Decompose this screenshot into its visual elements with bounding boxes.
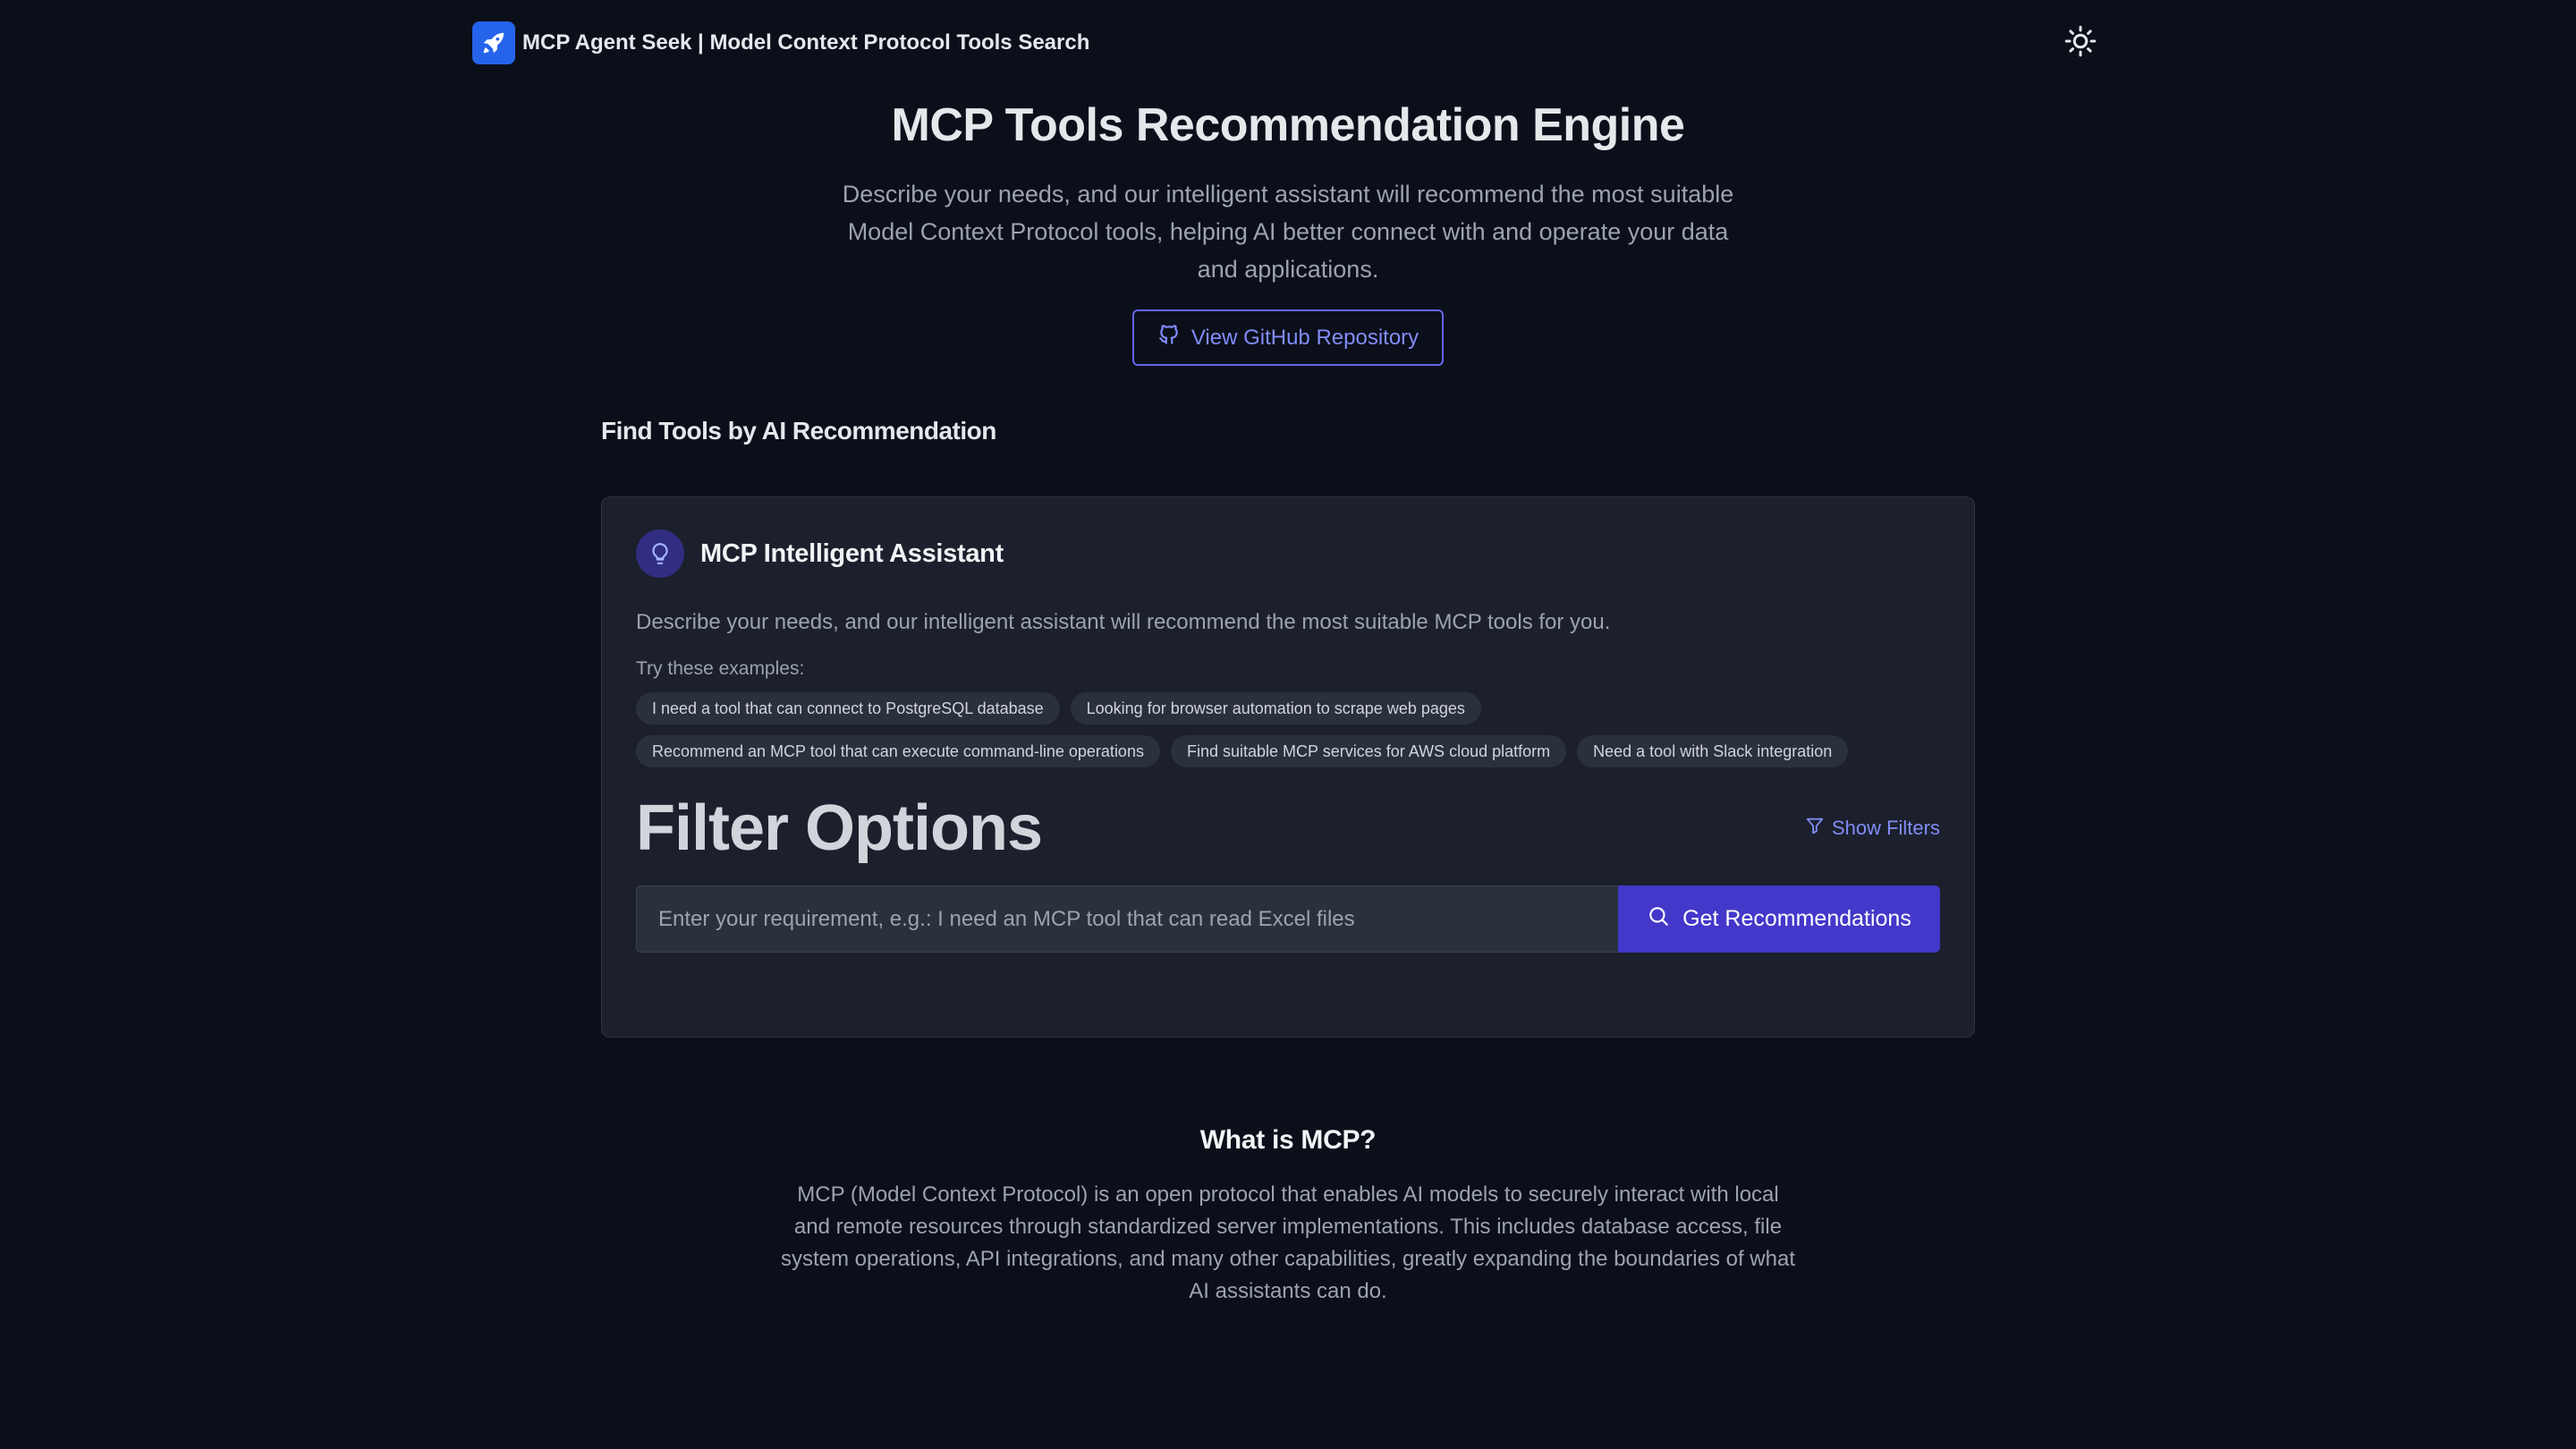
example-chips: I need a tool that can connect to Postgr… bbox=[636, 692, 1942, 767]
github-repository-button[interactable]: View GitHub Repository bbox=[1131, 309, 1445, 366]
hero: MCP Tools Recommendation Engine Describe… bbox=[0, 89, 2576, 366]
example-chip[interactable]: Need a tool with Slack integration bbox=[1577, 735, 1849, 767]
get-recommendations-button[interactable]: Get Recommendations bbox=[1618, 886, 1940, 953]
examples-label: Try these examples: bbox=[636, 658, 805, 679]
lightbulb-icon bbox=[636, 530, 684, 578]
assistant-title: MCP Intelligent Assistant bbox=[700, 538, 1004, 568]
sun-icon bbox=[2064, 25, 2097, 62]
github-button-label: View GitHub Repository bbox=[1191, 325, 1419, 350]
search-icon bbox=[1647, 904, 1670, 934]
rocket-icon bbox=[472, 21, 515, 64]
show-filters-label: Show Filters bbox=[1831, 817, 1940, 839]
page-title: MCP Tools Recommendation Engine bbox=[891, 99, 1685, 151]
brand[interactable]: MCP Agent Seek | Model Context Protocol … bbox=[472, 21, 1089, 64]
filter-options-title: Filter Options bbox=[636, 792, 1043, 864]
filter-icon bbox=[1805, 816, 1825, 841]
assistant-card: MCP Intelligent Assistant Describe your … bbox=[601, 496, 1975, 1038]
example-chip[interactable]: Recommend an MCP tool that can execute c… bbox=[636, 735, 1160, 767]
github-icon bbox=[1157, 323, 1181, 352]
requirement-input[interactable] bbox=[636, 886, 1618, 953]
about-body: MCP (Model Context Protocol) is an open … bbox=[780, 1182, 1795, 1303]
filter-row: Filter Options Show Filters bbox=[636, 792, 1940, 864]
hero-description: Describe your needs, and our intelligent… bbox=[842, 181, 1734, 283]
app-title: MCP Agent Seek | Model Context Protocol … bbox=[522, 30, 1090, 55]
page: MCP Agent Seek | Model Context Protocol … bbox=[0, 0, 2576, 1449]
about-title: What is MCP? bbox=[1199, 1125, 1377, 1155]
assistant-header: MCP Intelligent Assistant bbox=[636, 530, 1940, 578]
top-bar: MCP Agent Seek | Model Context Protocol … bbox=[472, 20, 2104, 66]
theme-toggle-button[interactable] bbox=[2057, 20, 2104, 66]
show-filters-button[interactable]: Show Filters bbox=[1805, 816, 1940, 841]
get-recommendations-label: Get Recommendations bbox=[1682, 906, 1911, 931]
about-section: What is MCP? MCP (Model Context Protocol… bbox=[0, 1125, 2576, 1308]
assistant-description: Describe your needs, and our intelligent… bbox=[636, 610, 1611, 634]
section-title: Find Tools by AI Recommendation bbox=[601, 417, 996, 445]
example-chip[interactable]: Find suitable MCP services for AWS cloud… bbox=[1170, 735, 1567, 767]
search-row: Get Recommendations bbox=[636, 886, 1940, 953]
example-chip[interactable]: Looking for browser automation to scrape… bbox=[1070, 692, 1481, 724]
example-chip[interactable]: I need a tool that can connect to Postgr… bbox=[636, 692, 1060, 724]
